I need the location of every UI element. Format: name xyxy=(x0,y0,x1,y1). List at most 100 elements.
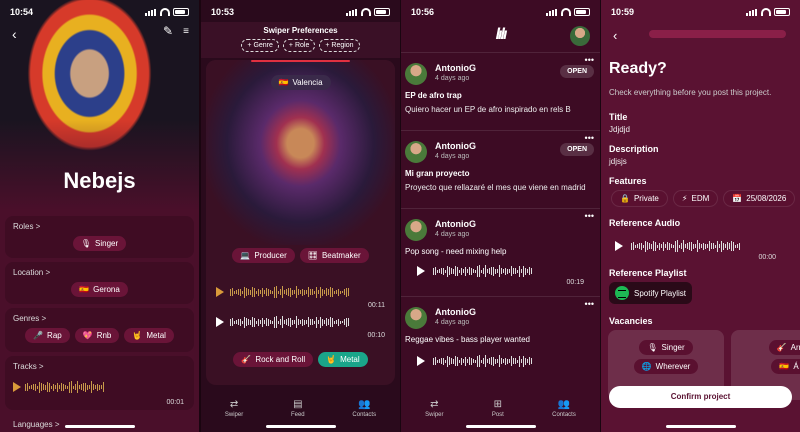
back-arrow-icon[interactable]: ‹ xyxy=(12,26,17,42)
track-player[interactable]: 00:10 xyxy=(216,316,385,339)
tab-feed[interactable]: ▤ Feed xyxy=(291,399,305,418)
waveform xyxy=(433,265,532,277)
tab-bar: ⇄ Swiper ▤ Feed 👥 Contacts xyxy=(201,399,400,418)
open-badge[interactable]: OPEN xyxy=(560,143,594,156)
card-progress xyxy=(251,60,350,62)
title-value: Jdjdjd xyxy=(609,125,630,134)
play-icon[interactable] xyxy=(216,317,224,327)
post-time: 4 days ago xyxy=(435,75,470,82)
grid-icon: 🎛 xyxy=(307,251,318,260)
battery-icon xyxy=(374,8,390,16)
description-label: Description xyxy=(609,144,659,154)
swipe-card[interactable]: 🇪🇸 Valencia 💻 Producer 🎛 Beatmaker 00:11 00… xyxy=(206,60,395,385)
contacts-icon: 👥 xyxy=(557,399,571,410)
features-list: 🔒 Private ⚡ EDM 📅 25/08/2026 xyxy=(611,190,796,207)
home-indicator xyxy=(665,425,736,428)
play-icon[interactable] xyxy=(417,266,425,276)
region-chip: 🇪🇸 Á xyxy=(771,359,800,374)
confirm-project-button[interactable]: Confirm project xyxy=(609,386,792,408)
open-badge[interactable]: OPEN xyxy=(560,65,594,78)
post-text: Proyecto que rellazaré el mes que viene … xyxy=(405,183,586,192)
avatar[interactable] xyxy=(570,26,590,46)
tab-post[interactable]: ⊞ Post xyxy=(492,399,504,418)
add-genre-button[interactable]: + Genre xyxy=(241,39,279,52)
feed-post[interactable]: AntonioG 4 days ago ••• Pop song - need … xyxy=(401,208,600,294)
menu-icon[interactable]: ≡ xyxy=(183,26,189,37)
post-text: Quiero hacer un EP de afro inspirado en … xyxy=(405,105,571,114)
signal-icon xyxy=(546,8,558,16)
back-arrow-icon[interactable]: ‹ xyxy=(613,28,617,43)
post-time: 4 days ago xyxy=(435,153,470,160)
more-icon[interactable]: ••• xyxy=(585,299,594,309)
genre-chip: 💖 Rnb xyxy=(74,328,120,343)
audio-player[interactable] xyxy=(615,240,780,252)
edit-pencil-icon[interactable]: ✎ xyxy=(163,24,173,38)
flag-icon: 🇪🇸 xyxy=(779,362,790,371)
location-chip: 🇪🇸 Valencia xyxy=(270,75,331,90)
more-icon[interactable]: ••• xyxy=(585,133,594,143)
audio-duration: 00:00 xyxy=(758,254,776,261)
home-indicator xyxy=(465,425,536,428)
waveform xyxy=(433,355,532,367)
roles-label: Roles > xyxy=(13,222,41,231)
track-player[interactable] xyxy=(417,265,584,277)
feed-post[interactable]: AntonioG 4 days ago ••• OPEN EP de afro … xyxy=(401,52,600,128)
mic-icon: 🎙 xyxy=(647,343,658,352)
features-label: Features xyxy=(609,176,647,186)
post-text: Pop song - need mixing help xyxy=(405,247,507,256)
play-icon[interactable] xyxy=(615,241,623,251)
battery-icon xyxy=(173,8,189,16)
post-author[interactable]: AntonioG xyxy=(435,307,476,317)
avatar[interactable] xyxy=(405,141,427,163)
post-author[interactable]: AntonioG xyxy=(435,219,476,229)
post-author[interactable]: AntonioG xyxy=(435,141,476,151)
play-icon[interactable] xyxy=(417,356,425,366)
post-author[interactable]: AntonioG xyxy=(435,63,476,73)
track-duration: 00:10 xyxy=(367,332,385,339)
profile-name: Nebejs xyxy=(63,168,136,193)
avatar[interactable] xyxy=(405,63,427,85)
wifi-icon xyxy=(761,8,771,16)
track-player[interactable]: 00:11 xyxy=(216,286,385,309)
more-icon[interactable]: ••• xyxy=(585,55,594,65)
add-role-button[interactable]: + Role xyxy=(282,39,316,52)
feed-post[interactable]: AntonioG 4 days ago ••• OPEN Mi gran pro… xyxy=(401,130,600,206)
swiper-preferences: Swiper Preferences + Genre + Role + Regi… xyxy=(201,22,400,58)
globe-icon: 🌐 xyxy=(641,362,652,371)
avatar[interactable] xyxy=(405,219,427,241)
tracks-section[interactable]: Tracks > 00:01 xyxy=(5,356,194,410)
genre-chip: 🤘 Metal xyxy=(318,352,368,367)
battery-icon xyxy=(774,8,790,16)
status-time: 10:59 xyxy=(611,7,635,17)
play-icon[interactable] xyxy=(13,382,21,392)
tab-swiper[interactable]: ⇄ Swiper xyxy=(225,399,243,418)
avatar[interactable] xyxy=(405,307,427,329)
tracks-label: Tracks > xyxy=(13,362,44,371)
wifi-icon xyxy=(361,8,371,16)
rock-hand-icon: 🤘 xyxy=(132,331,143,340)
step-progress-bar xyxy=(649,30,786,38)
signal-icon xyxy=(346,8,358,16)
track-player[interactable] xyxy=(13,381,186,393)
add-region-button[interactable]: + Region xyxy=(319,39,360,52)
languages-label[interactable]: Languages > xyxy=(13,420,60,429)
roles-section[interactable]: Roles > 🎙 Singer xyxy=(5,216,194,258)
spotify-playlist-button[interactable]: Spotify Playlist xyxy=(609,282,693,304)
vacancies-label: Vacancies xyxy=(609,316,653,326)
status-time: 10:56 xyxy=(411,7,435,17)
tab-swiper[interactable]: ⇄ Swiper xyxy=(425,399,443,418)
tab-contacts[interactable]: 👥 Contacts xyxy=(352,399,376,418)
waveform xyxy=(230,286,349,298)
tab-contacts[interactable]: 👥 Contacts xyxy=(552,399,576,418)
feed-post[interactable]: AntonioG 4 days ago ••• Reggae vibes - b… xyxy=(401,296,600,380)
more-icon[interactable]: ••• xyxy=(585,211,594,221)
play-icon[interactable] xyxy=(216,287,224,297)
location-section[interactable]: Location > 🇪🇸 Gerona xyxy=(5,262,194,304)
track-player[interactable] xyxy=(417,355,584,367)
tab-bar: ⇄ Swiper ⊞ Post 👥 Contacts xyxy=(401,399,600,418)
status-icons xyxy=(746,8,790,16)
swap-icon: ⇄ xyxy=(430,399,439,410)
status-time: 10:53 xyxy=(211,7,235,17)
swiper-screen: 10:53 Swiper Preferences + Genre + Role … xyxy=(201,0,400,432)
genres-section[interactable]: Genres > 🎤 Rap 💖 Rnb 🤘 Metal xyxy=(5,308,194,352)
